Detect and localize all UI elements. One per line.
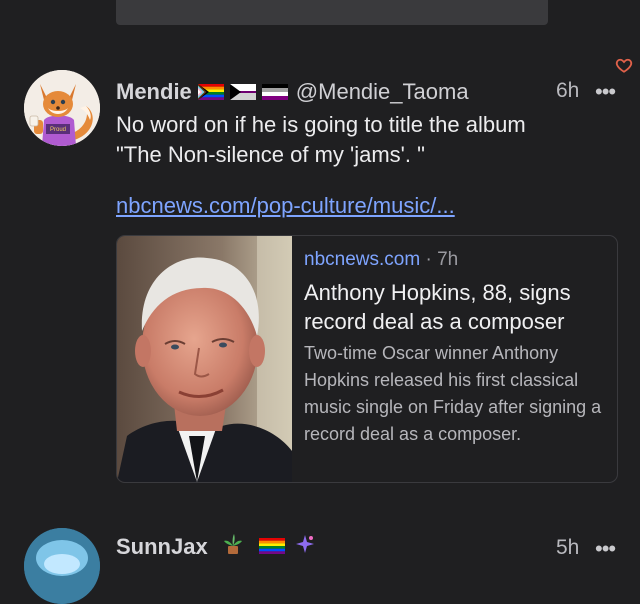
avatar[interactable]: Proud <box>24 70 100 146</box>
heart-icon[interactable] <box>615 56 633 74</box>
previous-post-media[interactable] <box>116 0 548 25</box>
avatar-badge-text: Proud <box>50 127 66 133</box>
next-post-timestamp[interactable]: 5h <box>556 536 579 560</box>
card-age: 7h <box>437 249 459 270</box>
card-thumbnail <box>117 236 292 482</box>
card-source: nbcnews.com <box>304 249 421 270</box>
display-name[interactable]: Mendie <box>116 79 192 105</box>
more-icon[interactable]: ••• <box>595 79 616 105</box>
card-meta: nbcnews.com · 7h <box>304 246 604 274</box>
post-text: No word on if he is going to title the a… <box>116 112 526 167</box>
next-post-avatar[interactable] <box>24 528 100 604</box>
card-body: nbcnews.com · 7h Anthony Hopkins, 88, si… <box>304 246 604 448</box>
post-timestamp[interactable]: 6h <box>556 79 579 103</box>
post-header: Mendie @Mendie_Taoma <box>116 77 469 107</box>
demisexual-flag <box>229 84 256 100</box>
more-icon[interactable]: ••• <box>595 536 616 562</box>
plant-icon <box>222 533 244 561</box>
next-post-display-name[interactable]: SunnJax <box>116 534 208 560</box>
progress-pride-flag <box>197 84 224 100</box>
card-title: Anthony Hopkins, 88, signs record deal a… <box>304 280 571 334</box>
user-handle[interactable]: @Mendie_Taoma <box>296 79 469 105</box>
asexual-flag <box>261 84 288 100</box>
card-separator: · <box>425 249 432 270</box>
link-preview-card[interactable]: nbcnews.com · 7h Anthony Hopkins, 88, si… <box>116 235 618 483</box>
post-link[interactable]: nbcnews.com/pop-culture/music/... <box>116 193 455 219</box>
card-description: Two-time Oscar winner Anthony Hopkins re… <box>304 343 602 444</box>
